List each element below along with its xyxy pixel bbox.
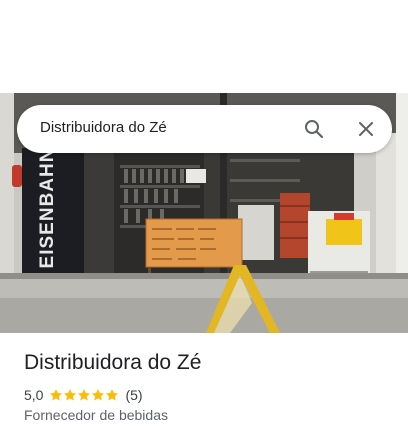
rating-row[interactable]: 5,0 (5) [24,386,143,404]
star-rating [49,388,119,402]
search-query-text[interactable]: Distribuidora do Zé [40,119,167,136]
star-icon [78,389,91,401]
search-bar[interactable]: Distribuidora do Zé [17,105,392,153]
eisenbahn-sign-text: EISENBAHN [37,148,58,269]
star-icon [106,389,119,401]
review-count[interactable]: (5) [125,387,142,403]
place-info-panel[interactable]: Distribuidora do Zé 5,0 (5) Fornecedor d… [0,333,408,426]
rating-value: 5,0 [24,387,44,403]
star-icon [92,389,105,401]
place-name: Distribuidora do Zé [24,351,202,374]
search-icon[interactable] [302,117,326,141]
star-icon [50,389,63,401]
place-category: Fornecedor de bebidas [24,407,168,423]
close-icon[interactable] [354,117,378,141]
star-icon [64,389,77,401]
top-blank-area [0,0,408,93]
